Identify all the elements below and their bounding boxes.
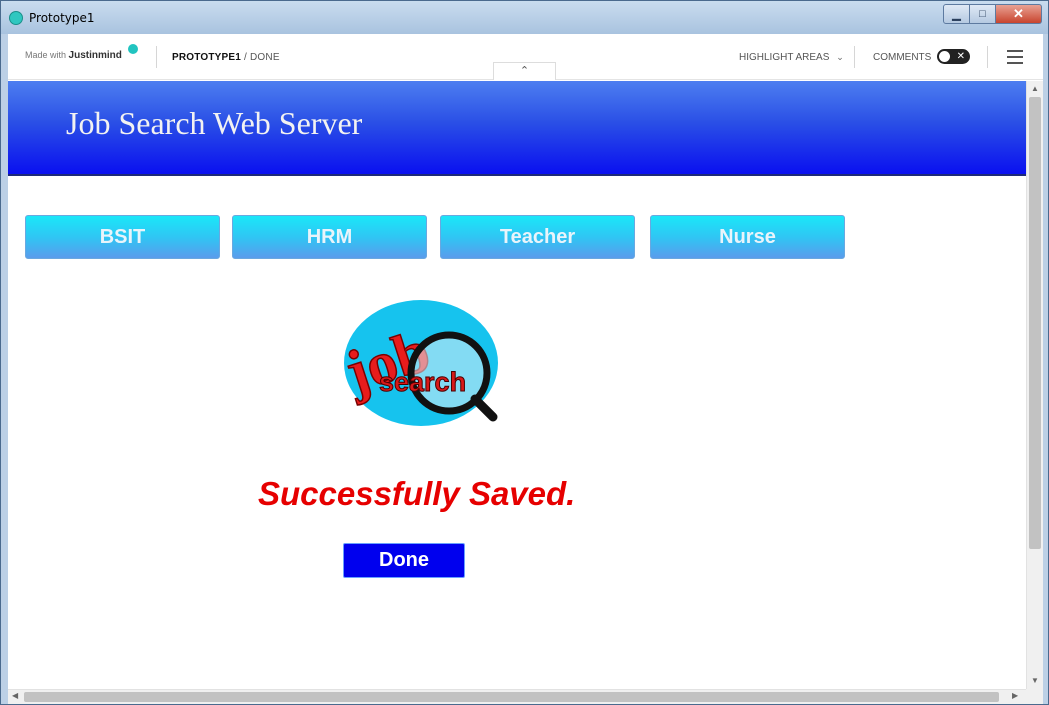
highlight-areas-dropdown[interactable]: HIGHLIGHT AREAS ⌄	[739, 52, 844, 63]
brand-dot-icon	[128, 44, 138, 54]
vertical-scroll-thumb[interactable]	[1029, 97, 1041, 549]
close-button[interactable]: ✕	[996, 4, 1042, 24]
toolbar-divider	[987, 46, 988, 68]
chevron-down-icon: ⌄	[836, 52, 844, 62]
scroll-down-icon[interactable]: ▼	[1031, 676, 1039, 685]
highlight-areas-label: HIGHLIGHT AREAS	[739, 52, 830, 63]
horizontal-scrollbar[interactable]: ◀ ▶	[8, 689, 1026, 704]
nav-button-nurse[interactable]: Nurse	[650, 215, 845, 259]
nav-button-teacher[interactable]: Teacher	[440, 215, 635, 259]
toggle-knob	[939, 51, 950, 62]
toolbar-divider	[156, 46, 157, 68]
window-title: Prototype1	[29, 11, 95, 25]
comments-label: COMMENTS	[873, 52, 932, 63]
collapse-toolbar-button[interactable]: ⌃	[493, 62, 556, 80]
comments-toggle[interactable]: ✕	[937, 49, 970, 64]
minimize-button[interactable]: ▁	[943, 4, 970, 24]
toolbar-divider	[854, 46, 855, 68]
job-search-logo: job search	[343, 300, 498, 426]
success-message: Successfully Saved.	[258, 475, 576, 512]
title-bar[interactable]: Prototype1 ▁ □ ✕	[1, 1, 1048, 34]
breadcrumb: PROTOTYPE1 / DONE	[172, 52, 280, 63]
prototype-viewer: Made with Justinmind PROTOTYPE1 / DONE ⌃…	[8, 34, 1043, 704]
logo-text-search: search	[379, 367, 466, 397]
justinmind-toolbar: Made with Justinmind PROTOTYPE1 / DONE ⌃…	[8, 34, 1043, 80]
brand-name: Justinmind	[68, 50, 122, 61]
scrollbar-corner	[1026, 689, 1043, 704]
scroll-up-icon[interactable]: ▲	[1031, 84, 1039, 93]
app-icon	[9, 11, 23, 25]
made-with-label[interactable]: Made with Justinmind	[25, 50, 122, 61]
toggle-off-icon: ✕	[956, 51, 965, 62]
page-title: Job Search Web Server	[66, 105, 363, 141]
window-controls: ▁ □ ✕	[943, 4, 1042, 24]
scroll-left-icon[interactable]: ◀	[12, 691, 18, 700]
prototype-page: Job Search Web Server BSIT HRM Teacher N…	[8, 81, 1026, 689]
maximize-button[interactable]: □	[970, 4, 996, 24]
scroll-right-icon[interactable]: ▶	[1012, 691, 1018, 700]
nav-button-hrm[interactable]: HRM	[232, 215, 427, 259]
done-button[interactable]: Done	[343, 543, 465, 578]
chevron-up-icon: ⌃	[519, 65, 530, 77]
breadcrumb-page: DONE	[250, 52, 280, 63]
header-banner: Job Search Web Server	[8, 81, 1026, 176]
vertical-scrollbar[interactable]: ▲ ▼	[1026, 81, 1043, 689]
menu-icon[interactable]	[1007, 50, 1023, 64]
made-with-text: Made with	[25, 50, 67, 60]
app-window: Prototype1 ▁ □ ✕ Made with Justinmind PR…	[0, 0, 1049, 705]
breadcrumb-project[interactable]: PROTOTYPE1	[172, 52, 241, 63]
nav-button-bsit[interactable]: BSIT	[25, 215, 220, 259]
breadcrumb-separator: /	[241, 52, 250, 63]
horizontal-scroll-thumb[interactable]	[24, 692, 999, 702]
